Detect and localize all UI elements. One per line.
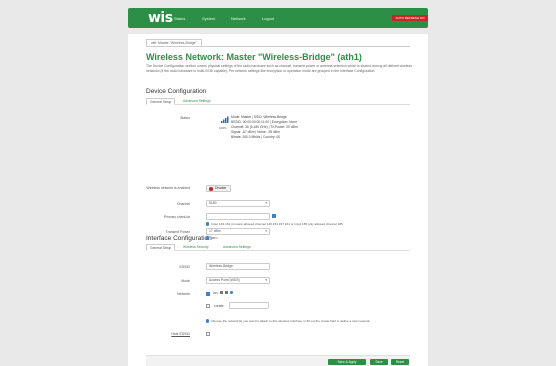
- save-button[interactable]: Save: [370, 358, 388, 365]
- disable-button-label: Disable: [215, 186, 227, 190]
- network-create-checkbox[interactable]: [206, 304, 210, 308]
- mode-label: Mode: [181, 279, 190, 283]
- chevron-down-icon: ▾: [265, 229, 267, 233]
- txpower-hint: dBm: [206, 236, 218, 240]
- channel-value: 5180: [209, 201, 217, 205]
- txpower-label: Transmit Power: [165, 230, 190, 234]
- breadcrumb-divider: [146, 46, 410, 47]
- create-label: create:: [214, 304, 225, 308]
- auto-refresh-badge[interactable]: AUTO REFRESH ON: [392, 15, 428, 21]
- create-network-input[interactable]: [229, 302, 269, 309]
- channel-label: Channel: [176, 202, 190, 206]
- breadcrumb[interactable]: wifi: Master "Wireless-Bridge": [146, 39, 202, 46]
- tab-advanced-settings[interactable]: Advanced Settings: [220, 244, 254, 251]
- nav-logout[interactable]: Logout: [262, 16, 274, 21]
- network-port-icon: [220, 291, 224, 294]
- nav-strip: [128, 8, 428, 28]
- reset-button[interactable]: Reset: [391, 358, 409, 365]
- page-title: Wireless Network: Master "Wireless-Bridg…: [146, 52, 362, 62]
- signal-percent: 100%: [219, 126, 227, 130]
- essid-label: ESSID: [179, 265, 190, 269]
- channel-select[interactable]: 5180 ▾: [206, 200, 270, 207]
- enabled-label: Wireless network is enabled: [146, 186, 190, 190]
- chanlist-input[interactable]: [206, 213, 270, 220]
- nav-status[interactable]: Status: [174, 16, 185, 21]
- chevron-down-icon: ▾: [265, 201, 267, 205]
- txpower-select[interactable]: 17 dBm ▾: [206, 228, 270, 235]
- device-config-heading: Device Configuration: [146, 88, 207, 95]
- iface-config-heading: Interface Configuration: [146, 235, 212, 242]
- txpower-value: 17 dBm: [209, 229, 221, 233]
- network-lan-label: lan:: [213, 291, 234, 295]
- tab-general-setup[interactable]: General Setup: [146, 98, 176, 105]
- status-details: Mode: Master | SSID: Wireless-Bridge BSS…: [231, 115, 298, 140]
- brand-logo[interactable]: wis: [148, 10, 173, 26]
- wifi-icon: [230, 291, 234, 294]
- mode-value: Access Point (WDS): [209, 278, 240, 282]
- top-bar: wis Status System Network Logout AUTO RE…: [0, 0, 556, 34]
- hide-essid-checkbox[interactable]: [206, 332, 210, 336]
- info-icon: [206, 319, 210, 323]
- network-hint: Choose the network(s) you want to attach…: [206, 319, 426, 323]
- form-footer: Save & Apply Save Reset: [146, 355, 410, 366]
- essid-value: Wireless-Bridge: [209, 264, 233, 268]
- info-icon: [206, 222, 210, 226]
- chevron-down-icon: ▾: [265, 278, 267, 282]
- edit-icon[interactable]: [272, 214, 276, 218]
- status-label: Status: [180, 116, 190, 120]
- info-icon: [206, 236, 210, 240]
- status-line: Bitrate: 260.0 Mbit/s | Country: 00: [231, 135, 281, 139]
- tab-general-setup[interactable]: General Setup: [146, 244, 176, 251]
- save-apply-button[interactable]: Save & Apply: [328, 358, 366, 365]
- iface-tabs: General Setup Wireless Security Advanced…: [146, 244, 410, 251]
- nav-system[interactable]: System: [202, 16, 215, 21]
- signal-icon: [221, 116, 229, 123]
- network-port-icon: [225, 291, 229, 294]
- disable-button[interactable]: Disable: [206, 185, 232, 192]
- disable-icon: [209, 187, 213, 191]
- main-content: wifi: Master "Wireless-Bridge" Wireless …: [128, 34, 428, 366]
- tab-advanced-settings[interactable]: Advanced Settings: [180, 98, 214, 105]
- network-lan-checkbox[interactable]: [206, 292, 210, 296]
- hide-essid-label: Hide ESSID: [171, 332, 190, 336]
- chanlist-label: Primary chanList: [163, 215, 190, 219]
- tab-wireless-security[interactable]: Wireless Security: [180, 244, 211, 251]
- device-tabs: General Setup Advanced Settings: [146, 98, 410, 105]
- chanlist-hint: Input 149-161 it means allowed channel 1…: [206, 222, 416, 226]
- network-label: Network: [177, 292, 190, 296]
- essid-input[interactable]: Wireless-Bridge: [206, 263, 270, 270]
- page-description: The Device Configuration section covers …: [146, 64, 412, 73]
- mode-select[interactable]: Access Point (WDS) ▾: [206, 277, 270, 284]
- nav-network[interactable]: Network: [231, 16, 246, 21]
